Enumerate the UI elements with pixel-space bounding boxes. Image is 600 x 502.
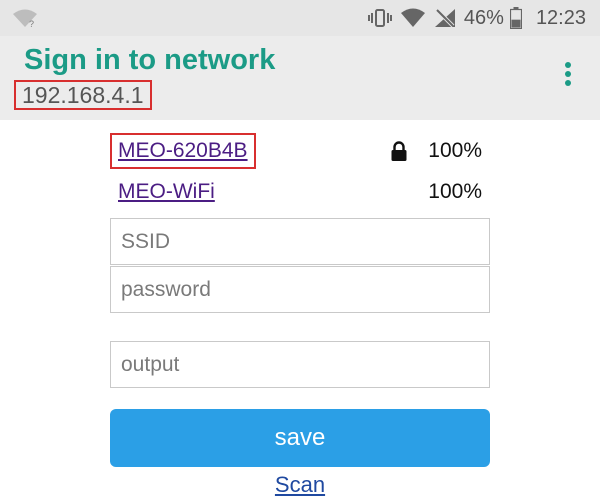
save-button[interactable]: save: [110, 409, 490, 467]
signal-strength: 100%: [428, 139, 482, 162]
scan-link[interactable]: Scan: [0, 472, 600, 498]
status-icons: 46% 12:23: [359, 0, 586, 36]
page-url: 192.168.4.1: [14, 80, 152, 110]
signal-icon: [400, 8, 425, 27]
network-link[interactable]: MEO-620B4B: [110, 133, 256, 169]
action-bar: Sign in to network 192.168.4.1: [0, 36, 600, 120]
clock: 12:23: [535, 6, 586, 29]
svg-text:?: ?: [29, 19, 34, 28]
lock-icon: [391, 141, 407, 161]
vibrate-icon: [367, 9, 392, 27]
no-signal-icon: [434, 8, 455, 28]
password-input[interactable]: [110, 266, 490, 313]
output-input[interactable]: [110, 341, 490, 388]
network-row: MEO-620B4B 100%: [110, 133, 490, 169]
status-bar: ? 46% 12:23: [0, 0, 600, 36]
network-link[interactable]: MEO-WiFi: [118, 174, 215, 210]
wifi-question-icon: ?: [13, 9, 37, 28]
ssid-input[interactable]: [110, 218, 490, 265]
overflow-menu-icon[interactable]: [556, 62, 580, 90]
signal-strength: 100%: [428, 180, 482, 203]
page-title: Sign in to network: [24, 44, 276, 76]
battery-percent: 46%: [463, 6, 504, 29]
battery-icon: [509, 7, 522, 29]
network-row: MEO-WiFi 100%: [110, 174, 490, 210]
